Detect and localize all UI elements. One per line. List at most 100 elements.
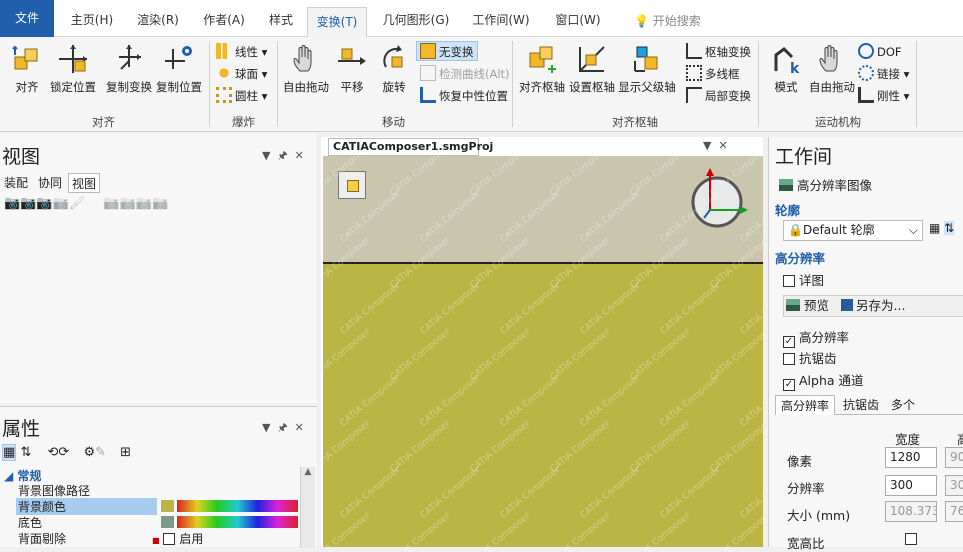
align-pivot-button[interactable]: 对齐枢轴 — [518, 43, 566, 95]
document-tab[interactable]: CATIAComposer1.smgProj — [328, 138, 493, 156]
multi-wireframe-button[interactable]: 多线框 — [686, 64, 740, 84]
properties-toolbar[interactable]: ▦ ⇅ ⟲⟳ ⚙✎ ⊞ — [2, 444, 131, 461]
sort-icon[interactable]: ⇅ — [944, 221, 955, 235]
tab-geometry[interactable]: 几何图形(G) — [380, 8, 452, 32]
kin-free-drag-button[interactable]: 自由拖动 — [808, 43, 856, 95]
dof-button[interactable]: DOF — [858, 42, 902, 62]
tab-antialiasing[interactable]: 抗锯齿 — [841, 395, 881, 415]
aspect-ratio-checkbox[interactable] — [905, 533, 917, 545]
scroll-up-icon[interactable]: ▲ — [301, 467, 315, 477]
resolution-width-input[interactable]: 300 — [885, 475, 937, 496]
profile-tools[interactable]: ▦ ⇅ — [929, 221, 955, 235]
show-parent-axis-button[interactable]: 显示父级轴 — [618, 43, 676, 95]
rigid-button[interactable]: 刚性 ▾ — [858, 86, 909, 106]
detail-checkbox[interactable]: 详图 — [783, 270, 824, 289]
background-color-swatch[interactable] — [161, 500, 174, 512]
category-view-icon[interactable]: ▦ — [2, 444, 17, 461]
alpha-checkbox[interactable]: ✓ Alpha 通道 — [783, 370, 864, 391]
aa-checkbox[interactable]: 抗锯齿 — [783, 348, 837, 367]
camera-add-icon[interactable]: 📷 — [20, 196, 36, 211]
background-color-gradient[interactable] — [177, 500, 298, 512]
base-color-swatch[interactable] — [161, 516, 174, 528]
tab-multiple[interactable]: 多个 — [889, 395, 917, 415]
align-button[interactable]: 对齐 — [8, 43, 46, 95]
copy-position-button[interactable]: 复制位置 — [154, 43, 204, 95]
panel-controls[interactable]: ▼ 🖈 ✕ — [262, 147, 304, 166]
pixels-height-input[interactable]: 90 — [945, 447, 963, 468]
size-height-input[interactable]: 76 — [945, 501, 963, 522]
spherical-button[interactable]: 球面 ▾ — [216, 64, 267, 84]
workspace-item[interactable]: 高分辨率图像 — [779, 175, 872, 194]
sync-icon[interactable]: ⟳ — [58, 445, 69, 460]
aa-check[interactable] — [783, 353, 795, 365]
prop-background-color[interactable]: 背景颜色 — [16, 498, 157, 515]
grid-icon[interactable]: ▦ — [929, 221, 940, 235]
resolution-height-input[interactable]: 30 — [945, 475, 963, 496]
view-cube-icon[interactable] — [338, 171, 366, 199]
camera-record-icon[interactable]: 📷 — [36, 196, 52, 211]
tab-render[interactable]: 渲染(R) — [132, 8, 184, 32]
tab-transform[interactable]: 变换(T) — [307, 7, 367, 38]
properties-scrollbar[interactable]: ▲ — [300, 467, 315, 548]
base-color-gradient[interactable] — [177, 516, 298, 528]
enable-checkbox[interactable] — [163, 533, 176, 545]
backface-culling-checkbox[interactable]: ■ 启用 — [152, 530, 203, 547]
tab-high-resolution[interactable]: 高分辨率 — [775, 395, 836, 415]
linear-button[interactable]: 线性 ▾ — [216, 42, 267, 62]
pen-icon[interactable]: ✎ — [95, 445, 106, 460]
alpha-check[interactable]: ✓ — [783, 379, 795, 391]
sort-icon[interactable]: ⇅ — [20, 445, 31, 460]
separator — [916, 41, 917, 127]
profile-select[interactable]: 🔒Default 轮廓 ⌵ — [783, 220, 923, 241]
tab-file[interactable]: 文件 — [0, 0, 54, 37]
brush-icon[interactable]: 🖌 — [69, 196, 86, 211]
pivot-transform-button[interactable]: 枢轴变换 — [686, 42, 751, 62]
doc-controls[interactable]: ▼ ✕ — [703, 139, 728, 152]
mode-button[interactable]: k 模式 — [766, 43, 806, 95]
translate-button[interactable]: 平移 — [334, 43, 370, 95]
local-transform-button[interactable]: 局部变换 — [686, 86, 751, 106]
search-box[interactable]: 💡 开始搜索 — [634, 12, 701, 29]
detail-check[interactable] — [783, 275, 795, 287]
camera-icon[interactable]: 📷 — [4, 196, 20, 211]
tab-view[interactable]: 视图 — [68, 173, 101, 193]
tab-collaboration[interactable]: 协同 — [38, 173, 62, 193]
settings-icon[interactable]: ⚙ — [83, 445, 95, 460]
alpha-label: Alpha 通道 — [799, 373, 864, 388]
refresh-icon[interactable]: ⟲ — [47, 445, 58, 460]
parent-axis-icon — [634, 46, 658, 72]
hr-check[interactable]: ✓ — [783, 336, 795, 348]
prop-backface-culling[interactable]: 背面剔除 — [18, 530, 66, 547]
tab-author[interactable]: 作者(A) — [198, 8, 250, 32]
align-icon — [12, 45, 38, 70]
preview-button[interactable]: 预览 — [784, 298, 829, 313]
compass-icon[interactable] — [686, 166, 752, 230]
tab-window[interactable]: 窗口(W) — [550, 8, 606, 32]
panel-controls[interactable]: ▼ 🖈 ✕ — [262, 419, 304, 438]
cylindrical-button[interactable]: 圆柱 ▾ — [216, 86, 267, 106]
restore-neutral-button[interactable]: 恢复中性位置 — [420, 86, 508, 106]
view-toolbar[interactable]: 📷📷📷📷🖌 📷📷📷📷 — [4, 196, 168, 211]
rotate-button[interactable]: 旋转 — [376, 43, 412, 95]
copy-transform-button[interactable]: 复制变换 — [104, 43, 154, 95]
save-as-button[interactable]: 另存为... — [841, 298, 905, 313]
free-drag-button[interactable]: 自由拖动 — [282, 43, 330, 95]
no-transform-button[interactable]: 无变换 — [416, 41, 478, 61]
size-width-input[interactable]: 108.373 — [885, 501, 937, 522]
prop-background-image-path[interactable]: 背景图像路径 — [18, 482, 90, 499]
resolution-label: 分辨率 — [787, 481, 825, 496]
tab-home[interactable]: 主页(H) — [64, 8, 120, 32]
tab-style[interactable]: 样式 — [262, 8, 300, 32]
lock-position-button[interactable]: 锁定位置 — [48, 43, 98, 95]
set-pivot-button[interactable]: 设置枢轴 — [568, 43, 616, 95]
camera-refresh-icon[interactable]: 📷 — [53, 196, 69, 211]
pixels-width-input[interactable]: 1280 — [885, 447, 937, 468]
tab-workshop[interactable]: 工作间(W) — [468, 8, 534, 32]
prop-base-color[interactable]: 底色 — [18, 514, 42, 531]
hr-checkbox[interactable]: ✓ 高分辨率 — [783, 327, 849, 348]
link-button[interactable]: 链接 ▾ — [858, 64, 909, 84]
viewport-ground[interactable] — [323, 262, 763, 547]
tab-assembly[interactable]: 装配 — [4, 173, 28, 193]
detect-curve-button[interactable]: 检测曲线(Alt) — [420, 64, 510, 84]
add-table-icon[interactable]: ⊞ — [120, 445, 131, 460]
